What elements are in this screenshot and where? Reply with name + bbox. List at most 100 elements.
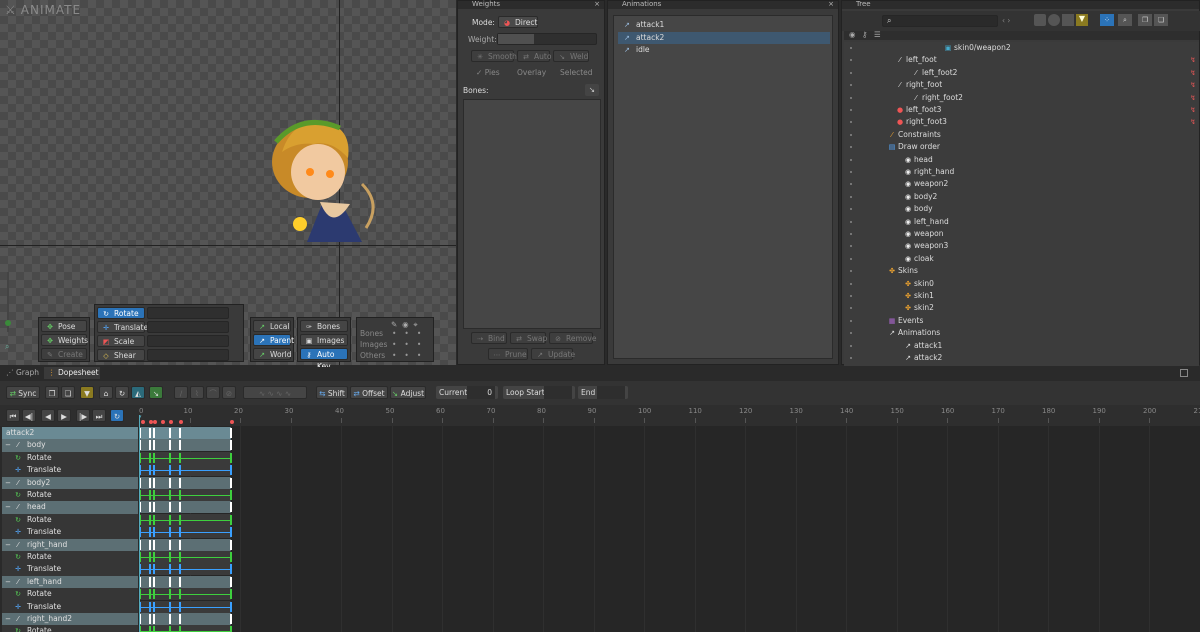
keyframe[interactable]: [149, 477, 151, 488]
collapse-icon[interactable]: −: [4, 576, 12, 588]
tree-row[interactable]: ◉ weapon3: [844, 240, 1199, 252]
tree-visibility-dot[interactable]: [850, 233, 852, 235]
tree-row[interactable]: ● right_foot3 ↯: [844, 116, 1199, 128]
first-frame-icon[interactable]: ⏮: [6, 409, 20, 422]
weight-slider[interactable]: [497, 33, 597, 45]
tree-row[interactable]: ▤ Draw order: [844, 141, 1199, 153]
dopesheet-row-bone[interactable]: − ⁄ body2: [2, 476, 138, 489]
playhead-handle-icon[interactable]: ▼: [139, 414, 141, 422]
keyframe[interactable]: [230, 477, 232, 488]
tree-visibility-dot[interactable]: [850, 220, 852, 223]
dopesheet-row-prop[interactable]: ↻ Rotate: [2, 551, 138, 564]
tree-visibility-dot[interactable]: [850, 146, 852, 149]
keyframe[interactable]: [153, 614, 155, 624]
tree-row[interactable]: ⁄ right_foot2 ↯: [844, 92, 1199, 104]
paste-keys-icon[interactable]: ❏: [61, 386, 75, 399]
dopesheet-row-prop[interactable]: ✛ Translate: [2, 464, 138, 477]
keyframe[interactable]: [179, 477, 181, 488]
tree-filter-slots-icon[interactable]: [1048, 14, 1060, 26]
key-marker[interactable]: [141, 420, 145, 424]
keyframe[interactable]: [179, 576, 181, 587]
auto-button[interactable]: ⇄ Auto: [517, 50, 551, 62]
smooth-button[interactable]: ✳ Smooth: [471, 50, 517, 62]
lock-icon[interactable]: ⌂: [99, 386, 113, 399]
weights-button[interactable]: ✥ Weights: [41, 334, 88, 346]
tree-row[interactable]: ✤ Skins: [844, 265, 1199, 277]
next-key-icon[interactable]: |▶: [76, 409, 90, 422]
timeline-ruler[interactable]: 0 10 20 30 40 50 60 70 80 90 100 110 120 130 140 150 160…: [139, 405, 1200, 426]
tree-nav-icons[interactable]: ‹ ›: [1002, 16, 1010, 25]
keyframe[interactable]: [179, 502, 181, 513]
collapse-icon[interactable]: −: [4, 613, 12, 625]
keyframe[interactable]: [153, 502, 155, 513]
tree-row[interactable]: ↗ Animations: [844, 327, 1199, 339]
remove-button[interactable]: ⊘ Remove: [549, 332, 596, 344]
tree-visibility-dot[interactable]: [850, 357, 852, 359]
keyframe[interactable]: [153, 477, 155, 488]
loop-start-field[interactable]: Loop Start: [503, 386, 575, 399]
key-marker[interactable]: [179, 420, 183, 424]
collapse-icon[interactable]: −: [4, 477, 12, 489]
animations-close-icon[interactable]: ×: [828, 1, 834, 8]
dopesheet-row-prop[interactable]: ↻ Rotate: [2, 513, 138, 527]
keyframe[interactable]: [169, 428, 171, 438]
tree-row[interactable]: ↗ attack1: [844, 340, 1199, 352]
tree-visibility-dot[interactable]: [850, 59, 852, 62]
keyframe[interactable]: [153, 440, 155, 451]
keyframe[interactable]: [169, 502, 171, 513]
tree-visibility-dot[interactable]: [850, 121, 852, 124]
keyframe[interactable]: [149, 502, 151, 513]
dopesheet-row-bone[interactable]: − ⁄ right_hand2: [2, 613, 138, 626]
loop-playback-icon[interactable]: ↻: [110, 409, 124, 422]
keyframe[interactable]: [149, 539, 151, 550]
tree-row[interactable]: ◉ left_hand: [844, 216, 1199, 228]
tree-row[interactable]: ◉ body: [844, 203, 1199, 215]
tree-row[interactable]: ✤ skin0: [844, 278, 1199, 290]
dopesheet-row-prop[interactable]: ↻ Rotate: [2, 588, 138, 601]
keyframe[interactable]: [169, 440, 171, 451]
tree-paste-icon[interactable]: ❏: [1154, 14, 1168, 26]
last-frame-icon[interactable]: ⏭: [92, 409, 106, 422]
rotate-tool-button[interactable]: ↻ Rotate: [97, 307, 145, 319]
keyframe[interactable]: [153, 539, 155, 550]
keyframe[interactable]: [169, 477, 171, 488]
curve-linear-icon[interactable]: ∕: [174, 386, 188, 399]
sync-button[interactable]: ⇄ Sync: [6, 386, 40, 399]
tree-visibility-dot[interactable]: [850, 133, 852, 136]
tree-row[interactable]: ✤ skin1: [844, 290, 1199, 302]
dopesheet-row-bone[interactable]: − ⁄ body: [2, 439, 138, 452]
update-button[interactable]: ↗ Update: [531, 348, 575, 360]
keyframe[interactable]: [230, 614, 232, 624]
keyframe[interactable]: [169, 576, 171, 587]
current-frame-field[interactable]: Current 0: [436, 386, 498, 399]
zoom-icon[interactable]: ⌕: [5, 342, 9, 352]
tree-visibility-dot[interactable]: [850, 47, 852, 49]
tree-visibility-dot[interactable]: [850, 195, 852, 198]
tree-visibility-dot[interactable]: [850, 96, 852, 99]
weld-button[interactable]: ↘ Weld: [553, 50, 589, 62]
dopesheet-timeline[interactable]: 0 10 20 30 40 50 60 70 80 90 100 110 120 130 140 150 160…: [139, 405, 1200, 632]
dopesheet-row-bone[interactable]: − ⁄ left_hand: [2, 575, 138, 589]
pose-button[interactable]: ✥ Pose: [41, 320, 87, 332]
keyframe[interactable]: [230, 440, 232, 451]
tree-row[interactable]: ◉ weapon: [844, 228, 1199, 240]
animation-item-attack1[interactable]: ↗ attack1: [618, 19, 830, 31]
dopesheet-row-prop[interactable]: ✛ Translate: [2, 600, 138, 613]
key-marker[interactable]: [161, 420, 165, 424]
tree-copy-icon[interactable]: ❐: [1138, 14, 1152, 26]
key-marker[interactable]: [230, 420, 234, 424]
tree-visibility-dot[interactable]: [850, 332, 852, 335]
keyframe[interactable]: [149, 614, 151, 624]
create-button[interactable]: ✎ Create: [41, 348, 87, 360]
tree-visibility-dot[interactable]: [850, 270, 852, 273]
tree-filter-bones-icon[interactable]: [1034, 14, 1046, 26]
keyframe[interactable]: [230, 539, 232, 550]
key-filter-icon[interactable]: ▼: [80, 386, 94, 399]
maximize-icon[interactable]: [1180, 369, 1188, 377]
collapse-icon[interactable]: −: [4, 439, 12, 451]
keyframe[interactable]: [153, 428, 155, 438]
tab-dopesheet[interactable]: ⋮ Dopesheet: [44, 367, 100, 379]
tree-visibility-dot[interactable]: [850, 158, 852, 161]
bind-button[interactable]: ⇢ Bind: [471, 332, 507, 344]
parent-button[interactable]: ↗ Parent: [253, 334, 294, 346]
